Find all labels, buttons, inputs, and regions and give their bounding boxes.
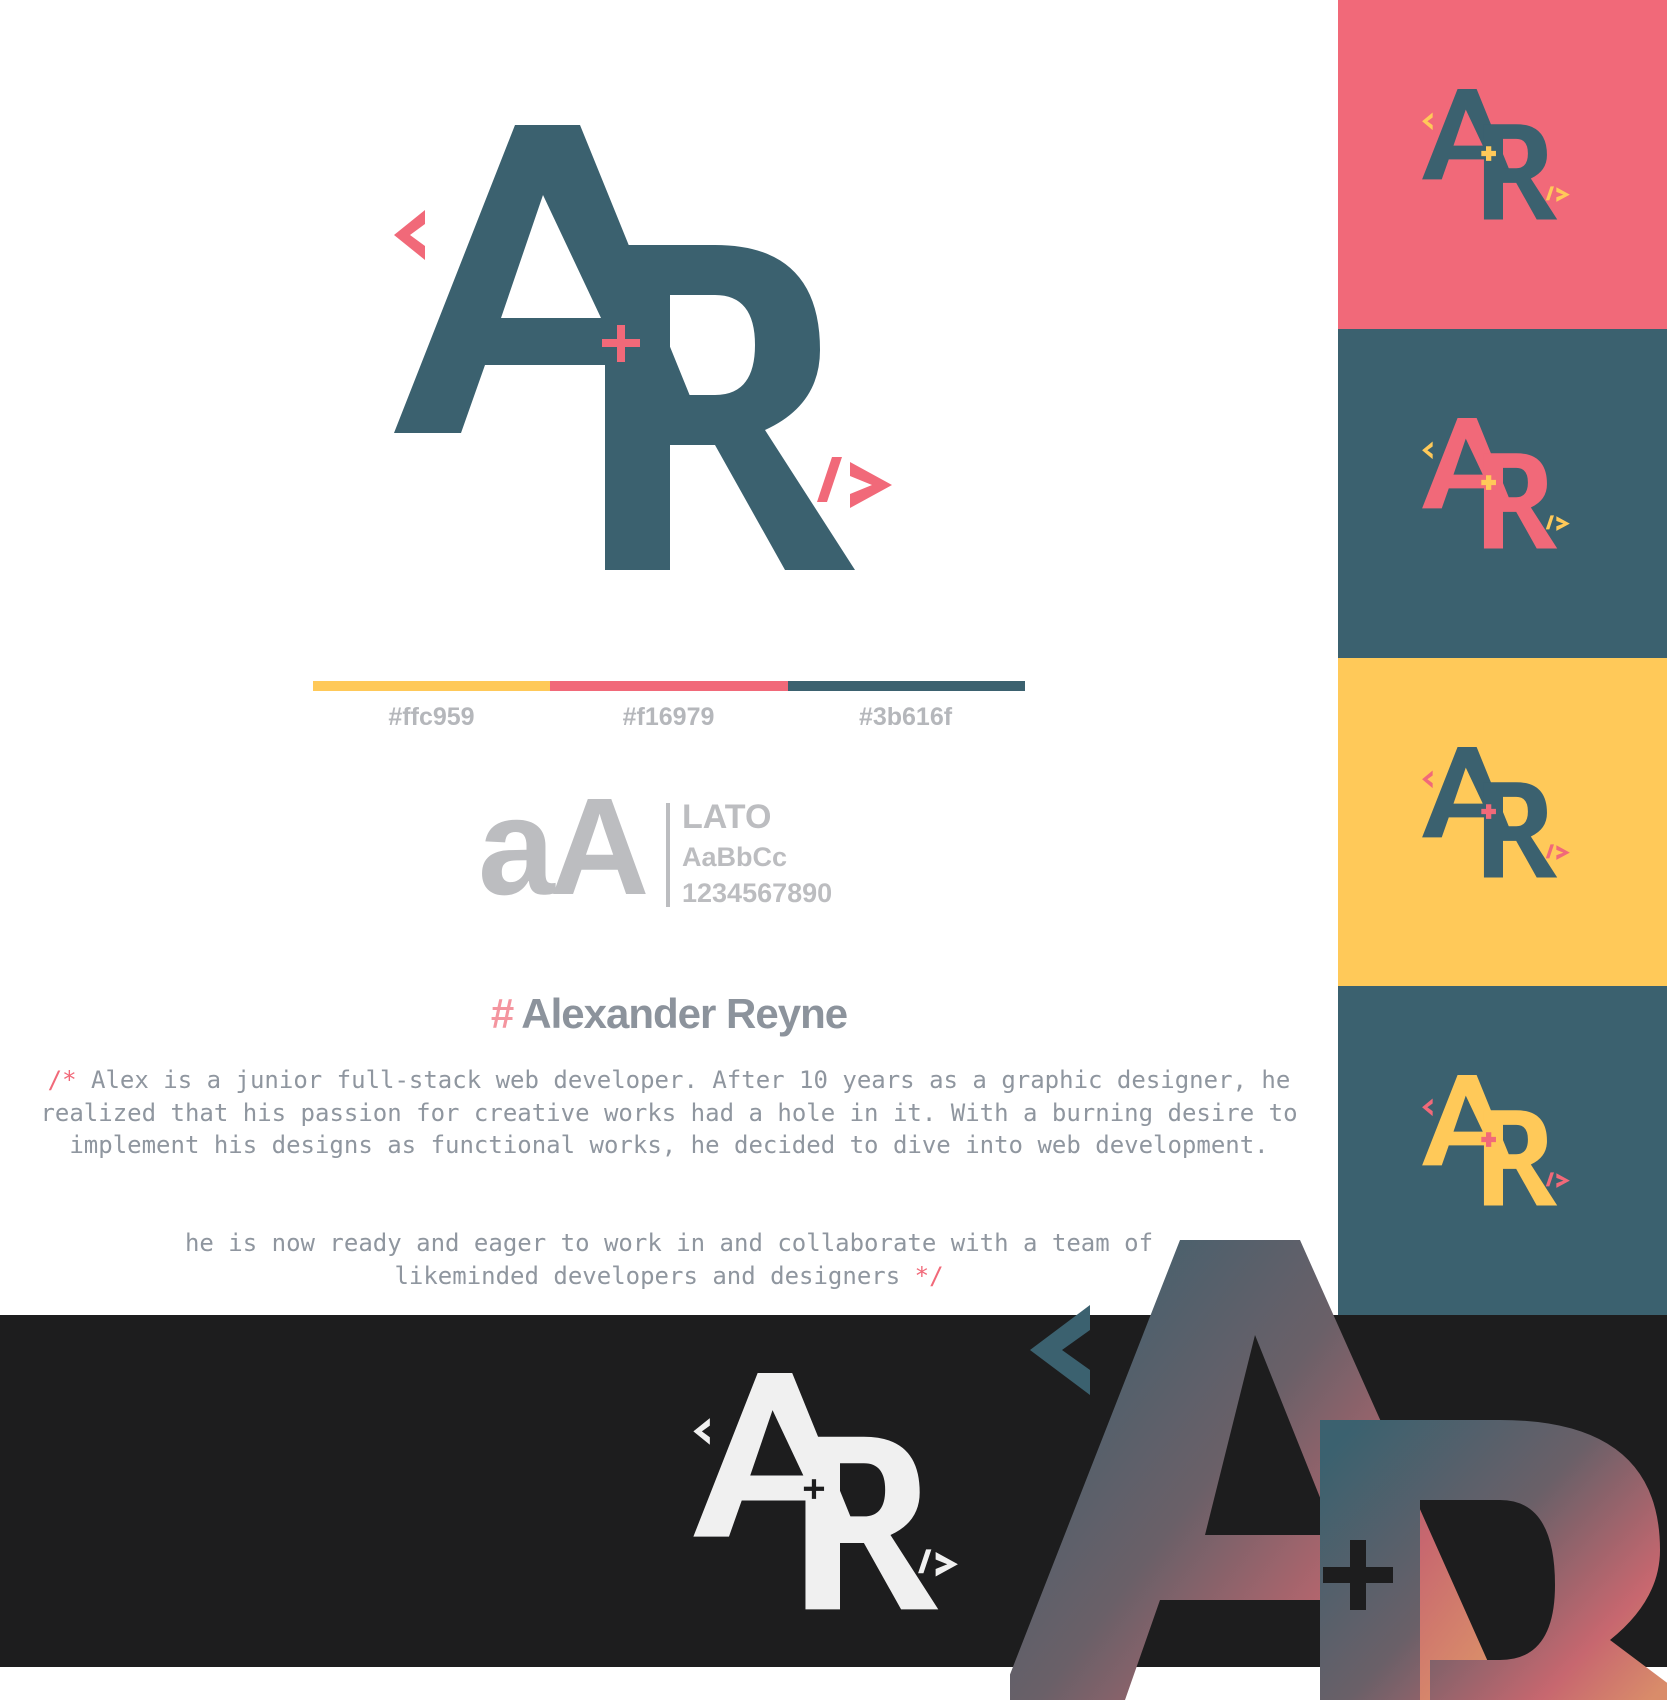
profile-name: Alexander Reyne xyxy=(521,990,848,1037)
logo-slash-icon xyxy=(817,457,842,502)
tile-letter-r xyxy=(1483,452,1558,549)
heading-hash: # xyxy=(490,990,514,1037)
tile-logo-3 xyxy=(1422,746,1570,877)
swatch-label-teal: #3b616f xyxy=(858,703,953,731)
logo-letter-r xyxy=(605,245,855,570)
tile-slash-icon xyxy=(1545,1172,1554,1187)
tile-close-bracket-icon xyxy=(1556,187,1570,202)
tile-slash-icon xyxy=(1545,186,1554,201)
tile-slash-icon xyxy=(1545,843,1554,858)
white-slash-icon xyxy=(918,1549,932,1574)
bio-text-1: Alex is a junior full-stack web develope… xyxy=(40,1066,1298,1159)
tile-close-bracket-icon xyxy=(1556,1173,1570,1189)
tile-letter-r xyxy=(1483,781,1558,877)
font-numeral-sample: 1234567890 xyxy=(682,878,833,908)
tile-close-bracket-icon xyxy=(1556,515,1570,531)
ar-monogram-white-logo xyxy=(693,1372,958,1610)
font-alphabet-sample: AaBbCc xyxy=(682,842,788,872)
tile-open-bracket-icon xyxy=(1422,1098,1433,1117)
tile-open-bracket-icon xyxy=(1422,112,1433,131)
bio-paragraph-1: /* Alex is a junior full-stack web devel… xyxy=(40,1064,1298,1162)
swatch-label-yellow: #ffc959 xyxy=(388,703,475,731)
tile-letter-r xyxy=(1483,124,1558,220)
comment-close: */ xyxy=(914,1261,944,1290)
white-open-bracket-icon xyxy=(693,1418,710,1445)
ar-monogram-logo xyxy=(394,125,892,570)
profile-name-heading: # Alexander Reyne xyxy=(0,990,1338,1038)
swatch-label-pink: #f16979 xyxy=(622,703,715,731)
white-close-bracket-icon xyxy=(935,1552,958,1577)
tile-open-bracket-icon xyxy=(1422,770,1433,788)
ar-monogram-gradient-crop xyxy=(1010,1240,1667,1700)
font-name: LATO xyxy=(682,798,772,836)
logo-variant-tile-2 xyxy=(1338,328,1667,658)
bio-text-2: he is now ready and eager to work in and… xyxy=(184,1229,1154,1290)
tile-letter-r xyxy=(1483,1110,1558,1206)
tile-logo-2 xyxy=(1422,417,1570,549)
tile-logo-4 xyxy=(1422,1075,1570,1206)
logo-variant-tile-3 xyxy=(1338,657,1667,987)
palette-swatch-yellow xyxy=(313,681,551,691)
type-divider xyxy=(666,803,670,907)
logo-open-bracket-icon xyxy=(394,210,425,260)
tile-slash-icon xyxy=(1545,515,1554,530)
color-palette-bar xyxy=(313,681,1025,691)
tile-open-bracket-icon xyxy=(1422,441,1433,459)
type-sample: aA xyxy=(478,770,649,924)
logo-variant-tile-1 xyxy=(1338,0,1667,329)
tile-close-bracket-icon xyxy=(1556,844,1570,860)
comment-open: /* xyxy=(47,1066,77,1094)
big-open-bracket-icon xyxy=(1030,1305,1090,1395)
tile-logo-1 xyxy=(1422,89,1570,220)
logo-close-bracket-icon xyxy=(850,462,892,508)
palette-swatch-teal xyxy=(787,681,1025,691)
palette-swatch-pink xyxy=(550,681,788,691)
